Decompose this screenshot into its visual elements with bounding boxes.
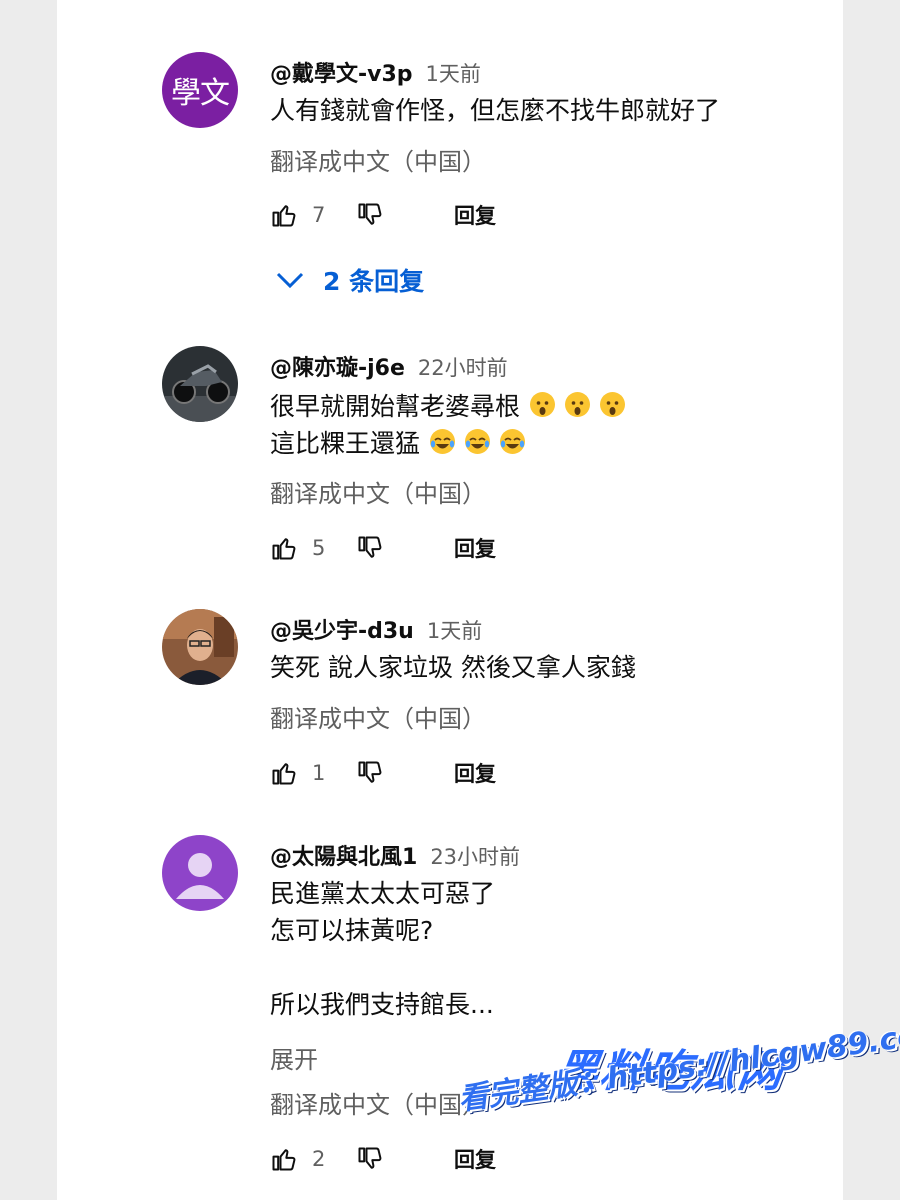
view-replies-button[interactable]: 2 条回复	[275, 262, 424, 298]
like-count: 5	[312, 536, 326, 560]
dislike-button[interactable]	[356, 534, 384, 562]
astonished-face-icon	[600, 392, 626, 417]
tears-of-joy-face-icon	[430, 429, 456, 454]
like-count: 7	[312, 203, 326, 227]
reply-button[interactable]: 回复	[454, 533, 496, 563]
comment-time[interactable]: 23小时前	[430, 845, 520, 869]
comment-actions: 2 回复	[270, 1141, 496, 1177]
motorcycle-photo-avatar	[162, 346, 238, 422]
comment-line	[270, 949, 495, 986]
thumbs-down-icon	[358, 536, 382, 558]
comment-author[interactable]: @陳亦璇-j6e	[270, 356, 405, 381]
comment-line: 笑死 說人家垃圾 然後又拿人家錢	[270, 653, 636, 682]
comment-text: 民進黨太太太可惡了 怎可以抹黃呢? 所以我們支持館長...	[270, 875, 495, 1023]
comment-line-text: 這比粿王還猛	[270, 429, 421, 458]
expand-link[interactable]: 展开	[270, 1040, 318, 1075]
comment-author[interactable]: @戴學文-v3p	[270, 62, 413, 87]
comment-author[interactable]: @吳少宇-d3u	[270, 619, 414, 644]
comment-actions: 7 回复	[270, 197, 496, 233]
like-count: 1	[312, 761, 326, 785]
comment-time[interactable]: 22小时前	[418, 356, 508, 380]
comment-actions: 1 回复	[270, 755, 496, 791]
comment-text: 很早就開始幫老婆尋根 這比粿王還猛	[270, 388, 626, 462]
comment-header: @太陽與北風1 23小时前	[270, 839, 520, 871]
dislike-button[interactable]	[356, 759, 384, 787]
dislike-button[interactable]	[356, 201, 384, 229]
avatar[interactable]	[162, 835, 238, 911]
person-photo-avatar	[162, 609, 238, 685]
comment-header: @戴學文-v3p 1天前	[270, 56, 481, 88]
thumbs-up-icon	[272, 763, 296, 785]
chevron-down-icon	[276, 272, 304, 289]
comment-author[interactable]: @太陽與北風1	[270, 845, 417, 870]
default-profile-avatar	[162, 835, 238, 911]
astonished-face-icon	[530, 392, 556, 417]
astonished-face-icon	[565, 392, 591, 417]
thumbs-up-icon	[272, 1149, 296, 1171]
comment-line: 所以我們支持館長...	[270, 990, 494, 1019]
like-button[interactable]: 1	[270, 759, 340, 787]
translate-link[interactable]: 翻译成中文（中国）	[270, 1085, 486, 1120]
avatar[interactable]	[162, 346, 238, 422]
comment-text: 笑死 說人家垃圾 然後又拿人家錢	[270, 649, 636, 686]
comment-time[interactable]: 1天前	[427, 619, 482, 643]
comment-line: 這比粿王還猛	[270, 425, 625, 462]
dislike-button[interactable]	[356, 1145, 384, 1173]
translate-link[interactable]: 翻译成中文（中国）	[270, 474, 486, 509]
comment-header: @陳亦璇-j6e 22小时前	[270, 350, 508, 382]
tears-of-joy-face-icon	[500, 429, 526, 454]
avatar-initials: 學文	[162, 52, 238, 128]
thumbs-up-icon	[272, 538, 296, 560]
reply-button[interactable]: 回复	[454, 1144, 496, 1174]
comment-header: @吳少宇-d3u 1天前	[270, 613, 482, 645]
like-button[interactable]: 7	[270, 201, 340, 229]
previous-comment-actions-fragment	[277, 0, 397, 6]
comments-page: 學文 @戴學文-v3p 1天前 人有錢就會作怪，但怎麼不找牛郎就好了 翻译成中文…	[57, 0, 843, 1200]
comment-line: 民進黨太太太可惡了	[270, 879, 496, 908]
tears-of-joy-face-icon	[465, 429, 491, 454]
comment-text: 人有錢就會作怪，但怎麼不找牛郎就好了	[270, 92, 720, 129]
like-count: 2	[312, 1147, 326, 1171]
reply-button[interactable]: 回复	[454, 758, 496, 788]
avatar[interactable]	[162, 609, 238, 685]
thumbs-down-icon	[358, 1147, 382, 1169]
thumbs-down-icon	[358, 761, 382, 783]
replies-count-label: 2 条回复	[323, 267, 425, 296]
comment-line: 人有錢就會作怪，但怎麼不找牛郎就好了	[270, 96, 721, 125]
comment-time[interactable]: 1天前	[426, 62, 481, 86]
like-button[interactable]: 5	[270, 534, 340, 562]
comment-actions: 5 回复	[270, 530, 496, 566]
avatar[interactable]: 學文	[162, 52, 238, 128]
comment-line-text: 很早就開始幫老婆尋根	[270, 392, 521, 421]
comment-line: 怎可以抹黃呢?	[270, 916, 434, 945]
thumbs-down-icon	[358, 203, 382, 225]
translate-link[interactable]: 翻译成中文（中国）	[270, 142, 486, 177]
comment-line: 很早就開始幫老婆尋根	[270, 388, 626, 425]
like-button[interactable]: 2	[270, 1145, 340, 1173]
reply-button[interactable]: 回复	[454, 200, 496, 230]
translate-link[interactable]: 翻译成中文（中国）	[270, 699, 486, 734]
thumbs-up-icon	[272, 205, 296, 227]
